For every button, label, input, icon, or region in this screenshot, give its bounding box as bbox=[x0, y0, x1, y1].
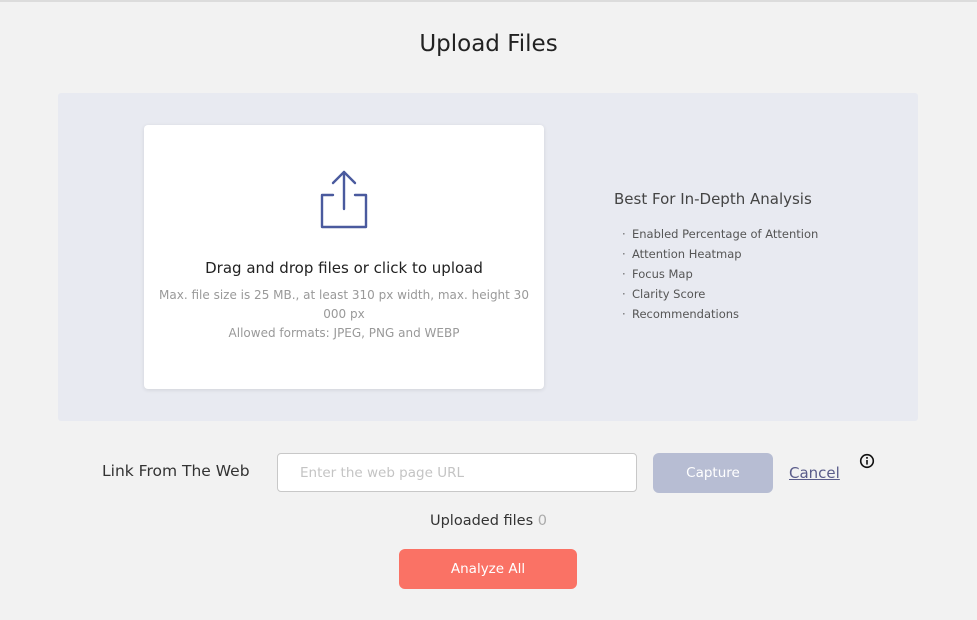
feature-list: · Enabled Percentage of Attention · Attent… bbox=[622, 226, 818, 326]
cancel-link[interactable]: Cancel bbox=[789, 464, 840, 482]
feature-label: Clarity Score bbox=[632, 287, 706, 301]
dropzone[interactable]: Drag and drop files or click to upload M… bbox=[144, 125, 544, 389]
feature-item: · Clarity Score bbox=[622, 286, 818, 306]
feature-label: Attention Heatmap bbox=[632, 247, 742, 261]
capture-button[interactable]: Capture bbox=[653, 453, 773, 493]
bullet-icon: · bbox=[622, 227, 626, 241]
uploaded-files-count: 0 bbox=[537, 513, 548, 529]
info-circle-icon[interactable] bbox=[859, 453, 875, 469]
bullet-icon: · bbox=[622, 307, 626, 321]
bullet-icon: · bbox=[622, 267, 626, 281]
dropzone-heading: Drag and drop files or click to upload bbox=[205, 259, 483, 277]
feature-item: · Focus Map bbox=[622, 266, 818, 286]
dropzone-formats: Allowed formats: JPEG, PNG and WEBP bbox=[228, 326, 460, 340]
features-title: Best For In-Depth Analysis bbox=[614, 190, 812, 208]
web-link-label: Link From The Web bbox=[102, 462, 250, 480]
feature-item: · Enabled Percentage of Attention bbox=[622, 226, 818, 246]
uploaded-files-label: Uploaded files bbox=[429, 513, 534, 529]
upload-share-icon bbox=[320, 170, 368, 229]
feature-item: · Recommendations bbox=[622, 306, 818, 326]
feature-label: Enabled Percentage of Attention bbox=[632, 227, 819, 241]
url-input[interactable] bbox=[277, 453, 637, 492]
upload-panel: Drag and drop files or click to upload M… bbox=[58, 93, 918, 421]
bullet-icon: · bbox=[622, 287, 626, 301]
dropzone-size-hint: Max. file size is 25 MB., at least 310 p… bbox=[159, 288, 529, 321]
feature-label: Recommendations bbox=[632, 307, 740, 321]
bullet-icon: · bbox=[622, 247, 626, 261]
uploaded-files-status: Uploaded files 0 bbox=[0, 513, 977, 529]
feature-label: Focus Map bbox=[632, 267, 693, 281]
feature-item: · Attention Heatmap bbox=[622, 246, 818, 266]
analyze-all-button[interactable]: Analyze All bbox=[399, 549, 577, 589]
top-divider bbox=[0, 0, 977, 2]
page-title: Upload Files bbox=[419, 31, 558, 57]
